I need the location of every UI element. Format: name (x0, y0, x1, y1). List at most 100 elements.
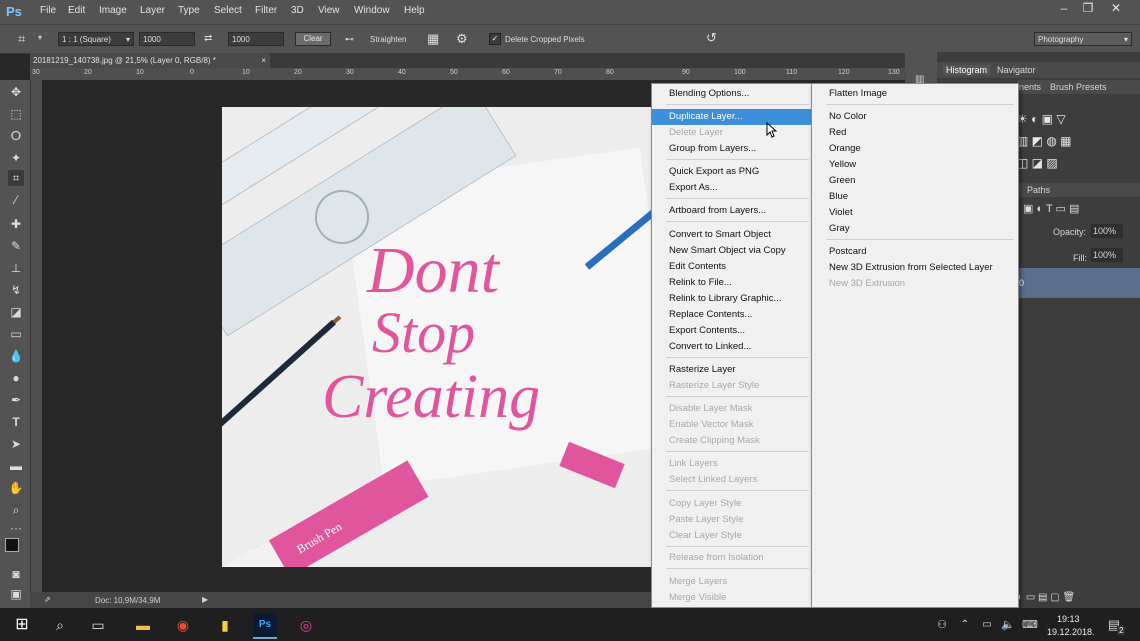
menu-item-yellow[interactable]: Yellow (812, 157, 1016, 173)
type-tool-icon[interactable]: T (8, 414, 24, 430)
menu-image[interactable]: Image (99, 5, 127, 16)
menu-item-red[interactable]: Red (812, 125, 1016, 141)
menu-item-rasterize-layer[interactable]: Rasterize Layer (652, 362, 811, 378)
rectangle-tool-icon[interactable]: ▬ (8, 458, 24, 474)
tab-close-icon[interactable]: × (261, 53, 266, 68)
workspace-select[interactable]: Photography ▾ (1034, 32, 1132, 46)
eraser-tool-icon[interactable]: ◪ (8, 304, 24, 320)
menu-item-convert-to-smart-object[interactable]: Convert to Smart Object (652, 227, 811, 243)
status-menu-arrow-icon[interactable]: ▶ (202, 595, 208, 604)
tab-brush-presets[interactable]: Brush Presets (1050, 82, 1107, 92)
menu-select[interactable]: Select (214, 5, 242, 16)
menu-edit[interactable]: Edit (68, 5, 85, 16)
reset-icon[interactable]: ↺ (706, 30, 717, 46)
menu-item-export-contents[interactable]: Export Contents... (652, 323, 811, 339)
menu-item-edit-contents[interactable]: Edit Contents (652, 259, 811, 275)
healing-brush-tool-icon[interactable]: ✚ (8, 216, 24, 232)
width-field[interactable]: 1000 (139, 32, 195, 46)
chevron-down-icon[interactable]: ▾ (38, 33, 42, 42)
share-icon[interactable]: ⇗ (44, 595, 51, 604)
swap-icon[interactable]: ⇄ (204, 33, 212, 44)
menu-item-relink-to-file[interactable]: Relink to File... (652, 275, 811, 291)
magic-wand-tool-icon[interactable]: ✦ (8, 150, 24, 166)
layer-filter-icons[interactable]: ▣ ◐ T ▭ ▤ (1023, 202, 1079, 215)
menu-item-replace-contents[interactable]: Replace Contents... (652, 307, 811, 323)
close-icon[interactable]: ✕ (1104, 0, 1128, 18)
stamp-tool-icon[interactable]: ⊥ (8, 260, 24, 276)
straighten-label[interactable]: Straighten (370, 35, 406, 44)
menu-item-group-from-layers[interactable]: Group from Layers... (652, 141, 811, 157)
restore-icon[interactable]: ❐ (1076, 0, 1100, 18)
search-icon[interactable]: ⌕ (48, 613, 72, 637)
menu-file[interactable]: File (40, 5, 56, 16)
lasso-tool-icon[interactable]: ⵔ (8, 128, 24, 144)
adjustment-icons[interactable]: ☀ ◐ ▣ ▽ ▥ ◩ ◍ ▦ ◫ ◪ ▨ (1017, 108, 1077, 178)
blur-tool-icon[interactable]: 💧 (8, 348, 24, 364)
menu-item-postcard[interactable]: Postcard (812, 244, 1016, 260)
layer-footer-icons[interactable]: ◐ ▭ ▤ ▢ 🗑 (1017, 592, 1075, 603)
menu-3d[interactable]: 3D (291, 5, 304, 16)
menu-filter[interactable]: Filter (255, 5, 277, 16)
more-tools-icon[interactable]: ··· (8, 520, 24, 536)
menu-item-flatten-image[interactable]: Flatten Image (812, 86, 1016, 102)
menu-view[interactable]: View (318, 5, 340, 16)
file-explorer-icon[interactable]: ▬ (131, 613, 155, 637)
marquee-tool-icon[interactable]: ⬚ (8, 106, 24, 122)
opacity-field[interactable]: 100% (1091, 224, 1123, 238)
menu-item-orange[interactable]: Orange (812, 141, 1016, 157)
tray-up-arrow-icon[interactable]: ⌃ (953, 613, 977, 637)
task-view-icon[interactable]: ▭ (86, 613, 110, 637)
foreground-color-swatch[interactable] (5, 538, 19, 552)
pen-tool-icon[interactable]: ✒ (8, 392, 24, 408)
sticky-notes-icon[interactable]: ▮ (213, 613, 237, 637)
people-icon[interactable]: ⚇ (930, 613, 954, 637)
menu-item-new-3d-extrusion-selected[interactable]: New 3D Extrusion from Selected Layer (812, 260, 1016, 276)
menu-item-export-as[interactable]: Export As... (652, 180, 811, 196)
menu-item-convert-to-linked[interactable]: Convert to Linked... (652, 339, 811, 355)
menu-item-artboard-from-layers[interactable]: Artboard from Layers... (652, 203, 811, 219)
brush-tool-icon[interactable]: ✎ (8, 238, 24, 254)
grid-overlay-icon[interactable]: ▦ (427, 31, 439, 47)
dodge-tool-icon[interactable]: ● (8, 370, 24, 386)
windows-start-icon[interactable]: ⊞ (10, 613, 34, 637)
history-brush-tool-icon[interactable]: ↯ (8, 282, 24, 298)
tab-adjustments[interactable]: nents (1019, 82, 1041, 92)
menu-layer[interactable]: Layer (140, 5, 165, 16)
language-icon[interactable]: ⌨ (1018, 613, 1042, 637)
screen-mode-icon[interactable]: ▣ (8, 586, 24, 602)
quick-mask-icon[interactable]: ◙ (8, 566, 24, 582)
menu-item-quick-export-png[interactable]: Quick Export as PNG (652, 164, 811, 180)
clear-button[interactable]: Clear (295, 32, 331, 46)
delete-cropped-checkbox[interactable]: ✓ (489, 33, 501, 45)
menu-item-new-smart-object-via-copy[interactable]: New Smart Object via Copy (652, 243, 811, 259)
menu-item-blue[interactable]: Blue (812, 189, 1016, 205)
tab-histogram[interactable]: Histogram (943, 65, 991, 75)
fill-field[interactable]: 100% (1091, 248, 1123, 262)
menu-help[interactable]: Help (404, 5, 425, 16)
volume-icon[interactable]: 🔈 (996, 613, 1020, 637)
height-field[interactable]: 1000 (228, 32, 284, 46)
menu-item-gray[interactable]: Gray (812, 221, 1016, 237)
hand-tool-icon[interactable]: ✋ (8, 480, 24, 496)
tab-paths[interactable]: Paths (1027, 185, 1050, 195)
menu-item-green[interactable]: Green (812, 173, 1016, 189)
menu-type[interactable]: Type (178, 5, 200, 16)
gradient-tool-icon[interactable]: ▭ (8, 326, 24, 342)
menu-item-blending-options[interactable]: Blending Options... (652, 86, 811, 102)
photoshop-taskbar-icon[interactable]: Ps (253, 613, 277, 639)
media-app-icon[interactable]: ◎ (294, 613, 318, 637)
menu-item-duplicate-layer[interactable]: Duplicate Layer... (652, 109, 811, 125)
layer-row-selected[interactable]: 0 (1017, 268, 1140, 298)
minimize-icon[interactable]: – (1052, 0, 1076, 18)
menu-item-no-color[interactable]: No Color (812, 109, 1016, 125)
ratio-select[interactable]: 1 : 1 (Square) ▾ (58, 32, 134, 46)
move-tool-icon[interactable]: ✥ (8, 84, 24, 100)
document-image[interactable]: Brush Pen Dont Stop Creating (222, 107, 654, 567)
clock-time[interactable]: 19:13 (1057, 614, 1080, 624)
clock-date[interactable]: 19.12.2018. (1047, 627, 1095, 637)
crop-tool-icon[interactable]: ⌗ (18, 31, 25, 47)
tab-navigator[interactable]: Navigator (997, 65, 1036, 75)
crop-tool-icon[interactable]: ⌗ (8, 170, 24, 186)
chrome-icon[interactable]: ◉ (171, 613, 195, 637)
straighten-icon[interactable]: ⊷ (345, 34, 354, 45)
